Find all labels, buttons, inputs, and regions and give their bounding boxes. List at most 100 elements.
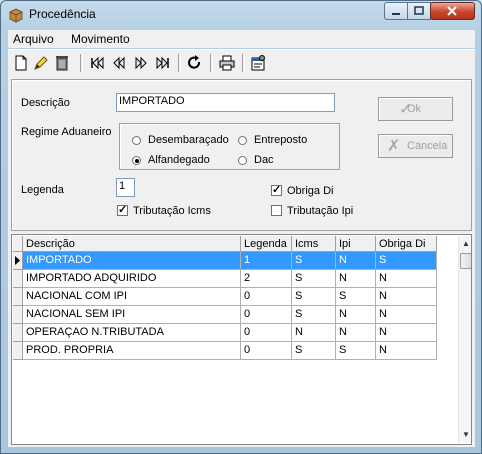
procedencia-grid: Descrição Legenda Icms Ipi Obriga Di IMP… [11, 234, 472, 445]
descricao-input[interactable]: IMPORTADO [116, 93, 335, 112]
menu-movimento[interactable]: Movimento [71, 32, 130, 46]
table-row[interactable]: PROD. PROPRIA 0 S S N [23, 342, 448, 360]
close-icon [447, 6, 457, 16]
menu-bar: Arquivo Movimento [8, 30, 475, 48]
ok-button[interactable]: ✓ Ok [378, 97, 453, 121]
app-icon [9, 8, 23, 23]
table-cell[interactable]: N [336, 270, 376, 288]
table-cell[interactable]: IMPORTADO [23, 252, 241, 270]
table-cell[interactable]: PROD. PROPRIA [23, 342, 241, 360]
cancela-button[interactable]: ✗ Cancela [378, 134, 453, 158]
edit-panel: Descrição IMPORTADO Regime Aduaneiro Des… [11, 79, 472, 231]
obriga-di-checkbox[interactable]: ✓ Obriga Di [271, 184, 351, 198]
table-cell[interactable]: N [336, 324, 376, 342]
table-cell[interactable]: IMPORTADO ADQUIRIDO [23, 270, 241, 288]
checkbox-unchecked [271, 205, 282, 216]
next-record-icon[interactable] [132, 54, 150, 72]
new-document-icon[interactable] [12, 54, 30, 72]
table-cell[interactable]: N [376, 306, 437, 324]
close-button[interactable] [430, 2, 475, 20]
table-row[interactable]: OPERAÇAO N.TRIBUTADA 0 N N N [23, 324, 448, 342]
grid-corner [13, 236, 23, 252]
row-indicator[interactable] [13, 324, 23, 342]
radio-dac[interactable]: Dac [238, 153, 328, 167]
table-cell[interactable]: NACIONAL COM IPI [23, 288, 241, 306]
title-bar[interactable]: Procedência [1, 1, 481, 29]
radio-alfandegado[interactable]: Alfandegado [132, 153, 242, 167]
print-icon[interactable] [218, 54, 236, 72]
column-header-icms[interactable]: Icms [292, 236, 336, 252]
edit-icon[interactable] [32, 54, 50, 72]
table-cell[interactable]: N [376, 270, 437, 288]
menu-arquivo[interactable]: Arquivo [13, 32, 54, 46]
table-row[interactable]: NACIONAL SEM IPI 0 S N N [23, 306, 448, 324]
table-cell[interactable]: N [336, 306, 376, 324]
radio-entreposto[interactable]: Entreposto [238, 133, 328, 147]
column-header-legenda[interactable]: Legenda [241, 236, 292, 252]
last-record-icon[interactable] [154, 54, 172, 72]
table-cell[interactable]: S [292, 270, 336, 288]
row-indicator[interactable] [13, 252, 23, 270]
radio-desembaracado[interactable]: Desembaraçado [132, 133, 242, 147]
table-cell[interactable]: 0 [241, 288, 292, 306]
radio-button [238, 156, 247, 165]
row-indicator[interactable] [13, 270, 23, 288]
toolbar-separator [178, 54, 181, 72]
table-cell[interactable]: S [292, 306, 336, 324]
table-cell[interactable]: S [336, 342, 376, 360]
minimize-button[interactable] [384, 2, 408, 20]
column-header-obriga-di[interactable]: Obriga Di [376, 236, 437, 252]
table-cell[interactable]: NACIONAL SEM IPI [23, 306, 241, 324]
column-header-descricao[interactable]: Descrição [23, 236, 241, 252]
column-header-ipi[interactable]: Ipi [336, 236, 376, 252]
table-row[interactable]: NACIONAL COM IPI 0 S S N [23, 288, 448, 306]
row-indicator[interactable] [13, 306, 23, 324]
table-cell[interactable]: 0 [241, 342, 292, 360]
table-cell[interactable]: N [376, 342, 437, 360]
table-cell[interactable]: N [376, 288, 437, 306]
legenda-label: Legenda [21, 184, 64, 196]
radio-label: Dac [254, 154, 274, 166]
radio-button [238, 136, 247, 145]
checkbox-label: Tributação Ipi [287, 205, 354, 217]
row-indicator[interactable] [13, 342, 23, 360]
table-row[interactable]: IMPORTADO ADQUIRIDO 2 S N N [23, 270, 448, 288]
legenda-input[interactable]: 1 [116, 178, 135, 197]
regime-label: Regime Aduaneiro [21, 126, 112, 138]
ok-button-label: Ok [407, 103, 422, 115]
table-cell[interactable]: 2 [241, 270, 292, 288]
prior-record-icon[interactable] [110, 54, 128, 72]
toolbar-separator [242, 54, 245, 72]
vertical-scrollbar[interactable]: ▲ ▼ [458, 236, 471, 443]
table-cell[interactable]: S [292, 288, 336, 306]
toolbar-separator [210, 54, 213, 72]
table-cell[interactable]: N [292, 324, 336, 342]
table-cell[interactable]: S [376, 252, 437, 270]
properties-icon[interactable] [249, 54, 267, 72]
table-cell[interactable]: N [376, 324, 437, 342]
table-cell[interactable]: OPERAÇAO N.TRIBUTADA [23, 324, 241, 342]
regime-group: Desembaraçado Entreposto Alfandegado Dac [119, 123, 340, 170]
window-title: Procedência [29, 7, 96, 21]
row-indicator[interactable] [13, 288, 23, 306]
descricao-label: Descrição [21, 97, 70, 109]
delete-icon[interactable] [53, 54, 71, 72]
maximize-button[interactable] [407, 2, 431, 20]
table-cell[interactable]: N [336, 252, 376, 270]
table-row[interactable]: IMPORTADO 1 S N S [23, 252, 448, 270]
scroll-up-icon[interactable]: ▲ [459, 236, 471, 252]
table-cell[interactable]: S [292, 342, 336, 360]
first-record-icon[interactable] [88, 54, 106, 72]
table-cell[interactable]: 0 [241, 324, 292, 342]
table-cell[interactable]: 0 [241, 306, 292, 324]
table-cell[interactable]: S [336, 288, 376, 306]
table-cell[interactable]: 1 [241, 252, 292, 270]
toolbar-separator [80, 54, 83, 72]
tributacao-icms-checkbox[interactable]: ✓ Tributação Icms [117, 204, 227, 218]
refresh-icon[interactable] [186, 54, 204, 72]
checkbox-label: Tributação Icms [133, 205, 211, 217]
scroll-down-icon[interactable]: ▼ [459, 427, 471, 443]
tributacao-ipi-checkbox[interactable]: Tributação Ipi [271, 204, 371, 218]
scroll-thumb[interactable] [460, 253, 471, 269]
table-cell[interactable]: S [292, 252, 336, 270]
